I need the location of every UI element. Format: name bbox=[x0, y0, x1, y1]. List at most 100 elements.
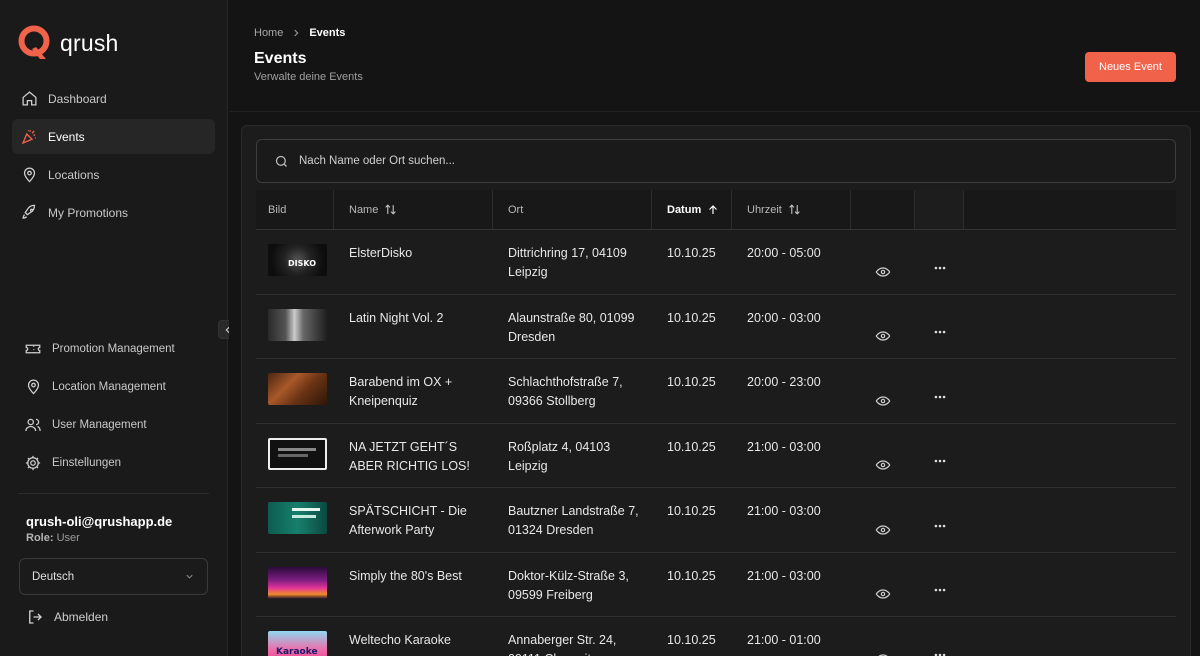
table-row[interactable]: DISKO ElsterDisko Dittrichring 17, 04109… bbox=[256, 230, 1176, 295]
eye-icon bbox=[875, 637, 891, 656]
column-header-datum[interactable]: Datum bbox=[652, 190, 732, 229]
event-date: 10.10.25 bbox=[667, 246, 716, 260]
sidebar-item-label: Dashboard bbox=[48, 91, 107, 106]
more-actions-button[interactable] bbox=[915, 424, 964, 488]
event-thumbnail bbox=[268, 437, 327, 470]
column-header-view bbox=[851, 190, 915, 229]
event-location: Schlachthofstraße 7, 09366 Stollberg bbox=[508, 375, 623, 408]
more-horizontal-icon bbox=[933, 565, 947, 617]
more-actions-button[interactable] bbox=[915, 295, 964, 359]
more-actions-button[interactable] bbox=[915, 359, 964, 423]
brand-logo[interactable]: qrush bbox=[18, 25, 119, 61]
event-image-cell bbox=[256, 359, 334, 423]
sidebar-item-my-promotions[interactable]: My Promotions bbox=[12, 195, 215, 230]
event-name: Barabend im OX + Kneipenquiz bbox=[349, 375, 453, 408]
event-image-cell bbox=[256, 295, 334, 359]
event-time: 21:00 - 03:00 bbox=[747, 568, 821, 583]
new-event-button[interactable]: Neues Event bbox=[1085, 52, 1176, 82]
view-button[interactable] bbox=[851, 295, 915, 359]
page-title: Events bbox=[254, 50, 307, 67]
event-location: Bautzner Landstraße 7, 01324 Dresden bbox=[508, 504, 639, 537]
view-button[interactable] bbox=[851, 359, 915, 423]
more-horizontal-icon bbox=[933, 242, 947, 294]
table-row[interactable]: NA JETZT GEHT´S ABER RICHTIG LOS! Roßpla… bbox=[256, 424, 1176, 488]
search-input[interactable] bbox=[299, 155, 1099, 167]
language-select[interactable]: Deutsch bbox=[19, 558, 208, 595]
event-image-cell bbox=[256, 424, 334, 488]
column-header-actions bbox=[915, 190, 964, 229]
event-image-cell bbox=[256, 488, 334, 552]
sidebar-item-label: Location Management bbox=[52, 380, 166, 393]
chevron-right-icon bbox=[294, 29, 299, 37]
breadcrumb-current: Events bbox=[309, 27, 346, 39]
event-location: Roßplatz 4, 04103 Leipzig bbox=[508, 439, 611, 473]
user-email: qrush-oli@qrushapp.de bbox=[26, 514, 173, 529]
sidebar-item-einstellungen[interactable]: Einstellungen bbox=[18, 445, 214, 480]
event-date: 10.10.25 bbox=[667, 375, 716, 389]
header-divider bbox=[229, 111, 1200, 112]
sidebar-item-promotion-management[interactable]: Promotion Management bbox=[18, 331, 214, 366]
main-nav: Dashboard Events Locations My Promotions bbox=[12, 81, 215, 233]
view-button[interactable] bbox=[851, 553, 915, 617]
column-header-uhrzeit[interactable]: Uhrzeit bbox=[732, 190, 851, 229]
map-pin-icon bbox=[24, 378, 42, 396]
rocket-icon bbox=[20, 204, 38, 222]
more-actions-button[interactable] bbox=[915, 553, 964, 617]
eye-icon bbox=[875, 444, 891, 488]
sidebar-item-user-management[interactable]: User Management bbox=[18, 407, 214, 442]
breadcrumb-home[interactable]: Home bbox=[254, 27, 283, 39]
sidebar-item-label: Promotion Management bbox=[52, 342, 175, 355]
thumbnail-label: DISKO bbox=[288, 259, 317, 268]
table-row[interactable]: SPÄTSCHICHT - Die Afterwork Party Bautzn… bbox=[256, 488, 1176, 553]
logout-button[interactable]: Abmelden bbox=[26, 608, 108, 626]
view-button[interactable] bbox=[851, 424, 915, 488]
event-thumbnail bbox=[268, 308, 327, 341]
party-popper-icon bbox=[20, 128, 38, 146]
sidebar-item-location-management[interactable]: Location Management bbox=[18, 369, 214, 404]
more-horizontal-icon bbox=[933, 307, 947, 359]
more-actions-button[interactable] bbox=[915, 488, 964, 552]
column-label: Bild bbox=[268, 203, 287, 216]
user-role: Role: User bbox=[26, 532, 80, 544]
sidebar-item-label: Einstellungen bbox=[52, 456, 122, 469]
event-date: 10.10.25 bbox=[667, 439, 716, 454]
more-horizontal-icon bbox=[933, 436, 947, 488]
sidebar-item-label: Locations bbox=[48, 167, 100, 182]
view-button[interactable] bbox=[851, 488, 915, 552]
table-row[interactable]: Simply the 80's Best Doktor-Külz-Straße … bbox=[256, 553, 1176, 617]
page-subtitle: Verwalte deine Events bbox=[254, 71, 363, 83]
event-time: 21:00 - 03:00 bbox=[747, 504, 821, 518]
main-content: Home Events Events Verwalte deine Events… bbox=[229, 0, 1200, 656]
more-actions-button[interactable] bbox=[915, 230, 964, 294]
eye-icon bbox=[875, 250, 891, 294]
sidebar-item-events[interactable]: Events bbox=[12, 119, 215, 154]
event-image-cell: Karaoke bbox=[256, 617, 334, 656]
user-role-value: User bbox=[56, 532, 80, 544]
column-label: Ort bbox=[508, 203, 524, 216]
view-button[interactable] bbox=[851, 230, 915, 294]
sidebar-item-locations[interactable]: Locations bbox=[12, 157, 215, 192]
thumbnail-label: Karaoke bbox=[276, 647, 318, 656]
event-date: 10.10.25 bbox=[667, 504, 716, 518]
sidebar-item-label: My Promotions bbox=[48, 205, 129, 220]
eye-icon bbox=[875, 508, 891, 552]
more-actions-button[interactable] bbox=[915, 617, 964, 656]
column-label: Datum bbox=[667, 203, 702, 216]
event-name: ElsterDisko bbox=[349, 246, 413, 260]
event-image-cell bbox=[256, 553, 334, 617]
column-label: Uhrzeit bbox=[747, 203, 782, 216]
sidebar-item-dashboard[interactable]: Dashboard bbox=[12, 81, 215, 116]
events-panel: Bild Name Ort Datum Uhrzeit bbox=[241, 125, 1191, 656]
event-name: Weltecho Karaoke bbox=[349, 633, 451, 647]
users-icon bbox=[24, 416, 42, 434]
column-header-name[interactable]: Name bbox=[334, 190, 493, 229]
table-row[interactable]: Barabend im OX + Kneipenquiz Schlachthof… bbox=[256, 359, 1176, 424]
view-button[interactable] bbox=[851, 617, 915, 656]
column-header-bild: Bild bbox=[256, 190, 334, 229]
event-time: 21:00 - 03:00 bbox=[747, 439, 821, 454]
event-location: Alaunstraße 80, 01099 Dresden bbox=[508, 310, 635, 344]
table-row[interactable]: Karaoke Weltecho Karaoke Annaberger Str.… bbox=[256, 617, 1176, 656]
event-time: 20:00 - 23:00 bbox=[747, 375, 821, 389]
table-row[interactable]: Latin Night Vol. 2 Alaunstraße 80, 01099… bbox=[256, 295, 1176, 359]
event-date: 10.10.25 bbox=[667, 568, 716, 583]
